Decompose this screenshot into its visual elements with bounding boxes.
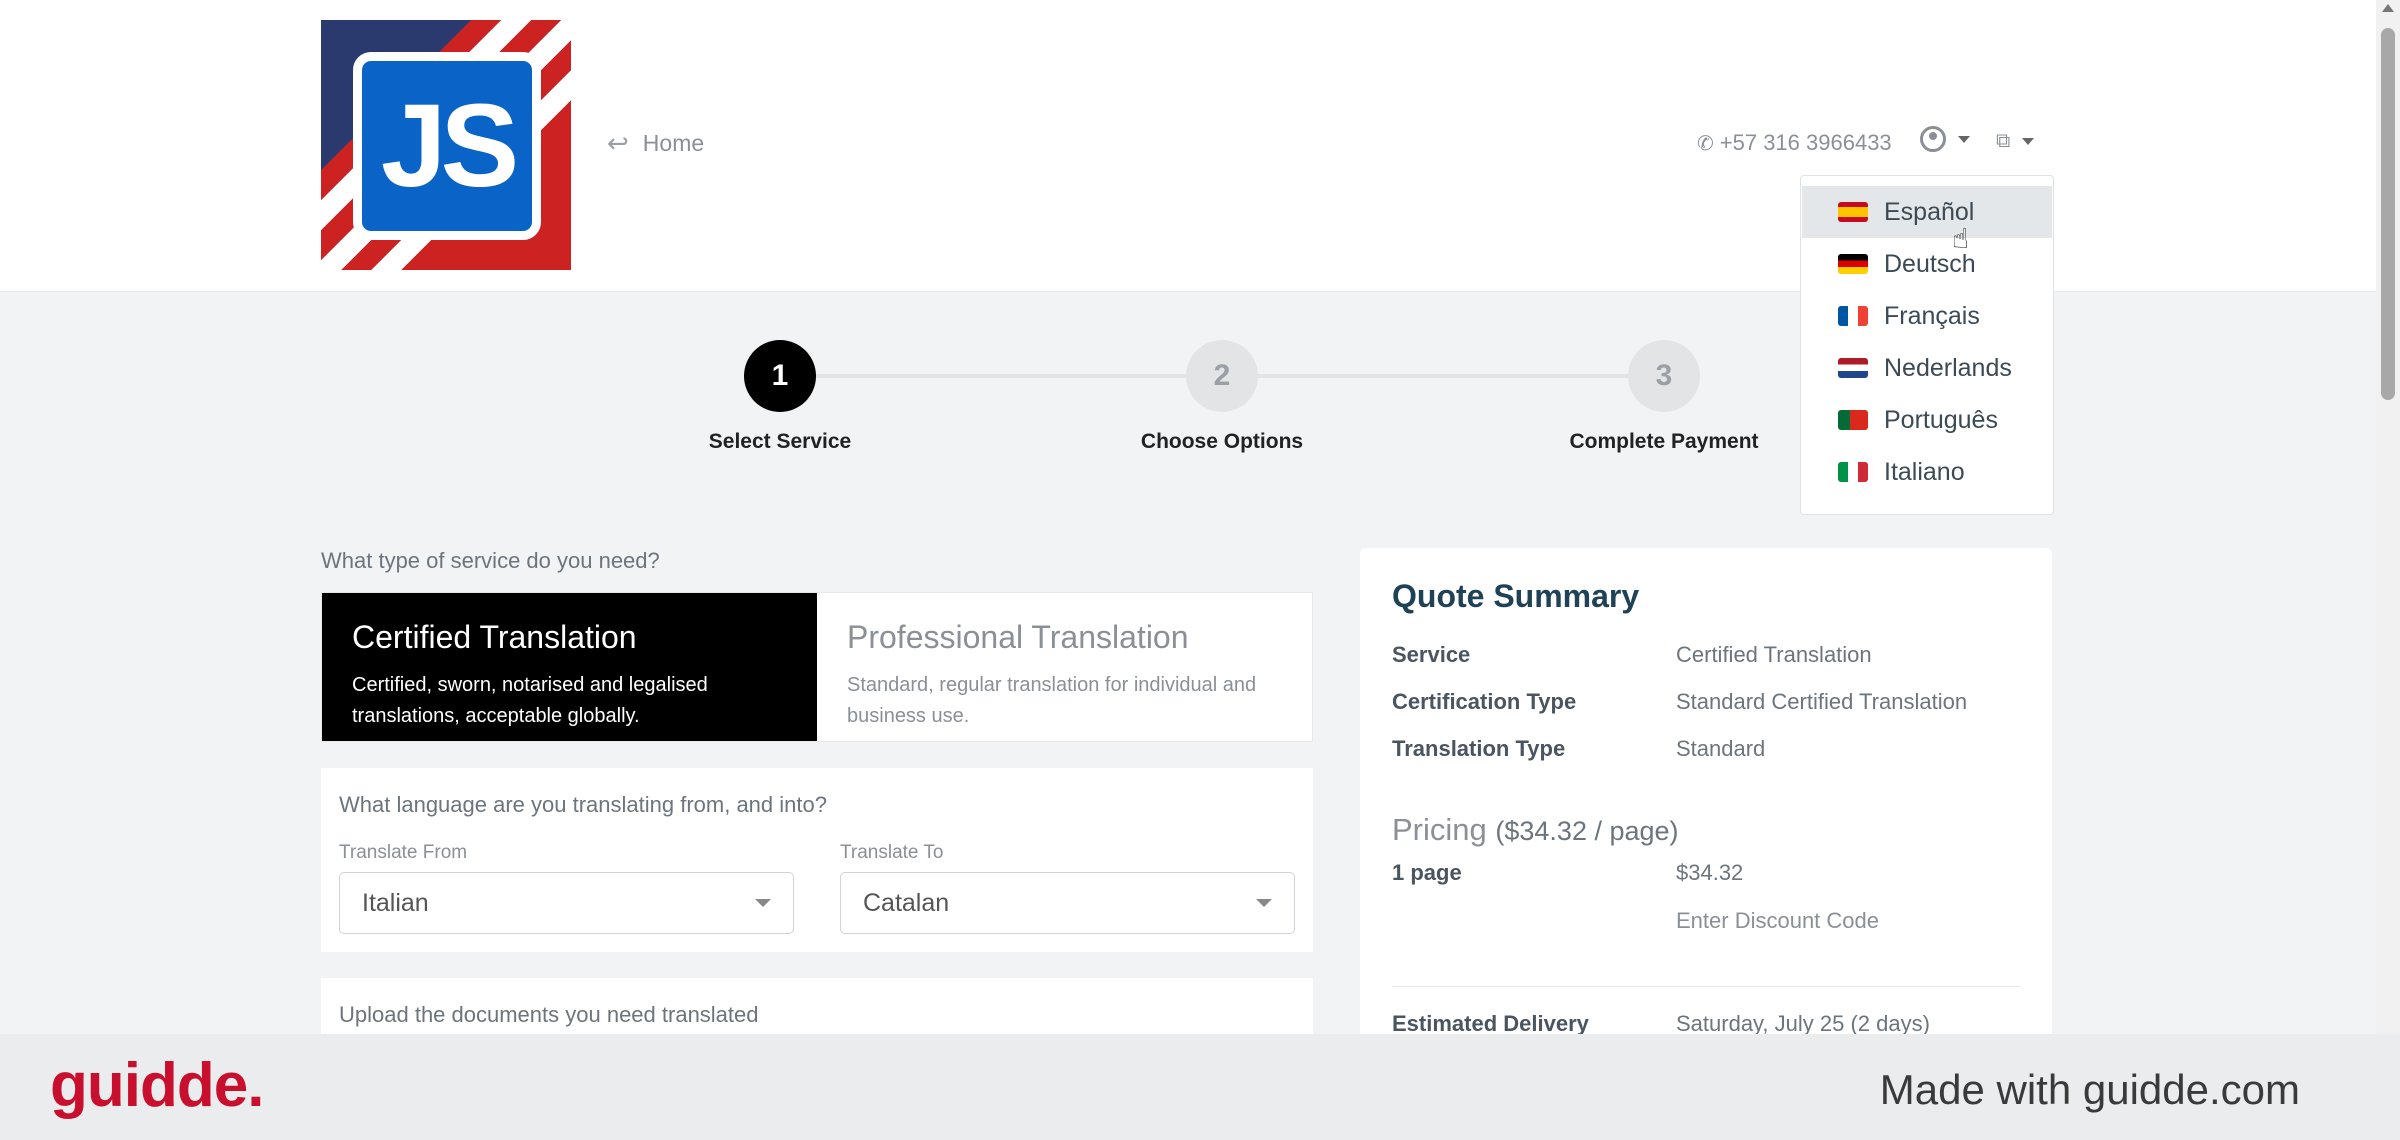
language-option-nl[interactable]: Nederlands	[1802, 342, 2052, 394]
step-label: Choose Options	[1140, 430, 1304, 453]
service-description: Standard, regular translation for indivi…	[847, 674, 1257, 727]
language-dropdown: Español Deutsch Français Nederlands Port…	[1800, 175, 2054, 515]
quote-row: Translation Type Standard	[1392, 725, 2020, 772]
step-label: Complete Payment	[1569, 430, 1759, 453]
price-row: 1 page $34.32	[1392, 860, 2020, 886]
pages-price: $34.32	[1676, 860, 1744, 885]
portugal-flag-icon	[1838, 410, 1868, 430]
language-question: What language are you translating from, …	[339, 792, 827, 817]
phone-number: +57 316 3966433	[1719, 130, 1892, 155]
made-with-text: Made with guidde.com	[1879, 1066, 2300, 1113]
service-question: What type of service do you need?	[321, 548, 660, 573]
logo-mark: JS	[353, 52, 541, 240]
guidde-logo: guidde.	[50, 1051, 264, 1120]
spain-flag-icon	[1838, 202, 1868, 222]
language-label: Português	[1884, 405, 1998, 434]
step-3[interactable]: 3 Complete Payment	[1544, 340, 1784, 454]
service-title: Certified Translation	[352, 619, 637, 655]
language-label: Italiano	[1884, 457, 1965, 486]
step-1[interactable]: 1 Select Service	[660, 340, 900, 454]
price-per-page: ($34.32 / page)	[1495, 816, 1679, 846]
language-option-de[interactable]: Deutsch	[1802, 238, 2052, 290]
language-label: Français	[1884, 301, 1980, 330]
phone-icon: ✆	[1697, 132, 1714, 155]
divider	[1392, 986, 2020, 987]
select-value: Catalan	[863, 888, 950, 917]
chevron-down-icon	[755, 899, 771, 907]
company-logo[interactable]: JS	[321, 20, 571, 270]
chevron-down-icon	[1256, 899, 1272, 907]
hand-pointer-icon: ☝	[1952, 223, 1970, 254]
user-menu-toggle[interactable]	[1920, 126, 1970, 152]
step-label: Select Service	[708, 430, 852, 453]
service-option-certified[interactable]: Certified Translation Certified, sworn, …	[322, 593, 817, 741]
language-option-fr[interactable]: Français	[1802, 290, 2052, 342]
scroll-thumb[interactable]	[2381, 28, 2395, 400]
service-title: Professional Translation	[847, 619, 1189, 655]
pricing-label: Pricing	[1392, 812, 1487, 847]
user-circle-icon	[1920, 126, 1946, 152]
reply-arrow-icon: ↩	[607, 128, 629, 158]
chevron-down-icon	[1958, 135, 1970, 143]
quote-key: Service	[1392, 641, 1471, 667]
quote-key: Certification Type	[1392, 688, 1577, 714]
step-number: 3	[1628, 340, 1700, 412]
quote-row: Certification Type Standard Certified Tr…	[1392, 678, 2020, 725]
service-options: Certified Translation Certified, sworn, …	[321, 592, 1313, 742]
phone-link[interactable]: ✆ +57 316 3966433	[1697, 130, 1892, 156]
france-flag-icon	[1838, 306, 1868, 326]
quote-value: Standard Certified Translation	[1676, 688, 1968, 714]
translate-from-select[interactable]: Italian	[339, 872, 794, 934]
service-option-professional[interactable]: Professional Translation Standard, regul…	[817, 593, 1312, 741]
pages-label: 1 page	[1392, 860, 1462, 885]
quote-value: Standard	[1676, 735, 1766, 761]
language-option-it[interactable]: Italiano	[1802, 446, 2052, 498]
discount-code-link[interactable]: Enter Discount Code	[1676, 908, 2020, 934]
language-card: What language are you translating from, …	[321, 768, 1313, 952]
language-label: Nederlands	[1884, 353, 2012, 382]
quote-summary: Quote Summary Service Certified Translat…	[1360, 548, 2052, 1108]
quote-row: Service Certified Translation	[1392, 631, 2020, 678]
guidde-footer: guidde. Made with guidde.com	[0, 1034, 2400, 1140]
upload-question: Upload the documents you need translated	[339, 1002, 759, 1027]
translate-icon: ⧉	[1996, 130, 2011, 152]
select-value: Italian	[362, 888, 429, 917]
step-2[interactable]: 2 Choose Options	[1102, 340, 1342, 454]
service-description: Certified, sworn, notarised and legalise…	[352, 674, 708, 727]
home-link[interactable]: ↩ Home	[607, 128, 704, 159]
quote-key: Translation Type	[1392, 735, 1566, 761]
progress-stepper: 1 Select Service 2 Choose Options 3 Comp…	[660, 340, 1780, 460]
translate-from-label: Translate From	[339, 842, 468, 863]
quote-value: Certified Translation	[1676, 641, 1872, 667]
quote-title: Quote Summary	[1392, 578, 1640, 614]
page-scrollbar[interactable]	[2376, 0, 2400, 1140]
language-menu-toggle[interactable]: ⧉	[1996, 130, 2035, 153]
step-number: 1	[744, 340, 816, 412]
germany-flag-icon	[1838, 254, 1868, 274]
translate-to-select[interactable]: Catalan	[840, 872, 1295, 934]
translate-to-label: Translate To	[840, 842, 944, 863]
chevron-down-icon	[2022, 138, 2035, 145]
language-option-pt[interactable]: Português	[1802, 394, 2052, 446]
pricing-heading: Pricing ($34.32 / page)	[1392, 812, 2020, 848]
language-option-es[interactable]: Español	[1802, 186, 2052, 238]
scroll-up-icon[interactable]	[2382, 4, 2394, 12]
netherlands-flag-icon	[1838, 358, 1868, 378]
step-number: 2	[1186, 340, 1258, 412]
home-label: Home	[642, 130, 705, 156]
italy-flag-icon	[1838, 462, 1868, 482]
